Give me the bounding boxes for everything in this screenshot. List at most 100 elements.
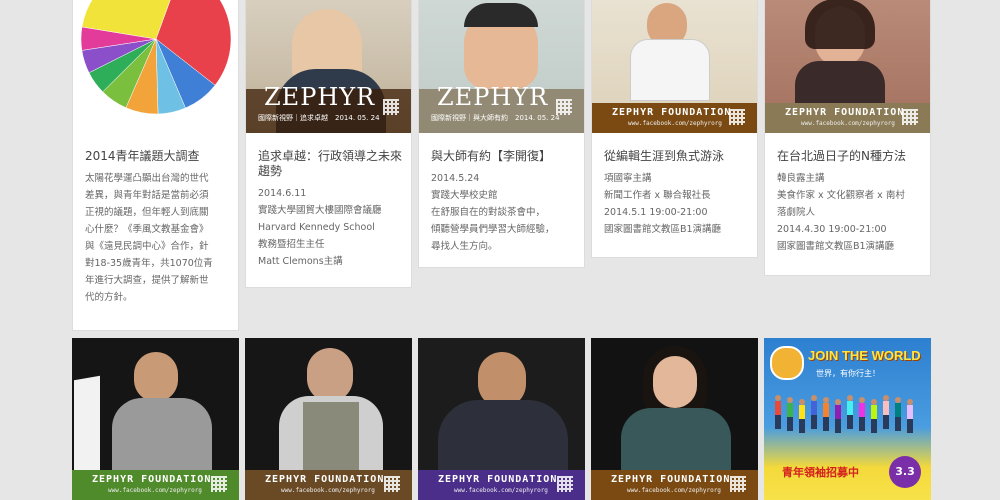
event-card-han[interactable]: ZEPHYR FOUNDATION www.facebook.com/zephy… (764, 0, 931, 276)
zephyr-logo: ZEPHYR (264, 83, 376, 111)
desc-line: 代的方針。 (85, 292, 133, 303)
poster-headline: JOIN THE WORLD (808, 348, 921, 363)
crowd-person (895, 397, 901, 431)
poster-recruit-text: 青年領袖招募中 (782, 466, 859, 479)
grid-logo-icon (730, 476, 746, 492)
pie-chart (80, 0, 232, 115)
desc-line: 尋找人生方向。 (431, 241, 498, 252)
speaker-photo (134, 352, 178, 402)
grid-logo-icon (902, 109, 918, 125)
event-time: 2014.5.1 19:00-21:00 (604, 207, 708, 218)
event-venue: 國家圖書館文教區B1演講廳 (604, 224, 722, 235)
poster-badge-icon (770, 346, 804, 380)
zephyr-foundation-logo: ZEPHYR FOUNDATION (785, 107, 905, 118)
grid-logo-icon (384, 476, 400, 492)
event-venue: 實踐大學國貿大樓國際會議廳 (258, 205, 382, 216)
crowd-person (859, 397, 865, 431)
card-title[interactable]: 與大師有約【李開復】 (431, 149, 576, 164)
card-title[interactable]: 從編輯生涯到魚式游泳 (604, 149, 749, 164)
event-photo[interactable]: ZEPHYR 國際新視野｜追求卓越 2014. 05. 24 (246, 0, 411, 133)
crowd-person (823, 397, 829, 431)
event-photo[interactable]: ZEPHYR FOUNDATION www.facebook.com/zephy… (592, 0, 757, 133)
event-tile-4[interactable]: ZEPHYR FOUNDATION www.facebook.com/zephy… (591, 338, 758, 500)
event-card-clemons[interactable]: ZEPHYR 國際新視野｜追求卓越 2014. 05. 24 追求卓越：行政領導… (245, 0, 412, 288)
grid-logo-icon (211, 476, 227, 492)
zephyr-banner: ZEPHYR FOUNDATION www.facebook.com/zephy… (72, 470, 239, 500)
speaker-suit (438, 400, 568, 480)
grid-logo-icon (557, 476, 573, 492)
pie-chart-thumbnail[interactable] (73, 0, 238, 139)
desc-line: 差異，與青年對話是當前必須 (85, 190, 209, 201)
crowd-person (799, 399, 805, 433)
event-tile-1[interactable]: ZEPHYR FOUNDATION www.facebook.com/zephy… (72, 338, 239, 500)
speaker-name: 韓良露主講 (777, 173, 825, 184)
speaker-hair (464, 3, 538, 27)
facebook-url: www.facebook.com/zephyrorg (628, 120, 722, 127)
speaker-body (621, 408, 731, 478)
zephyr-foundation-logo: ZEPHYR FOUNDATION (265, 474, 385, 485)
speaker-name: 項國寧主講 (604, 173, 652, 184)
zephyr-logo: ZEPHYR (437, 83, 549, 111)
speaker-photo (307, 348, 353, 402)
event-venue: 國家圖書館文教區B1演講廳 (777, 241, 895, 252)
event-card-lee[interactable]: ZEPHYR 國際新視野｜與大師有約 2014. 05. 24 與大師有約【李開… (418, 0, 585, 268)
crowd-person (883, 395, 889, 429)
speaker-vest (303, 402, 359, 476)
poster-tagline: 世界，有你行主！ (816, 369, 880, 378)
zephyr-banner: ZEPHYR FOUNDATION www.facebook.com/zephy… (245, 470, 412, 500)
desc-line: 在舒服自在的對談茶會中， (431, 207, 546, 218)
card-title[interactable]: 追求卓越：行政領導之未來趨勢 (258, 149, 403, 179)
speaker-role: 新聞工作者 x 聯合報社長 (604, 190, 711, 201)
facebook-url: www.facebook.com/zephyrorg (801, 120, 895, 127)
zephyr-foundation-logo: ZEPHYR FOUNDATION (92, 474, 212, 485)
event-venue: 實踐大學校史館 (431, 190, 498, 201)
event-card-hsiang[interactable]: ZEPHYR FOUNDATION www.facebook.com/zephy… (591, 0, 758, 258)
zephyr-banner: ZEPHYR FOUNDATION www.facebook.com/zephy… (418, 470, 585, 500)
event-photo[interactable]: ZEPHYR FOUNDATION www.facebook.com/zephy… (765, 0, 930, 133)
event-tile-2[interactable]: ZEPHYR FOUNDATION www.facebook.com/zephy… (245, 338, 412, 500)
zephyr-foundation-logo: ZEPHYR FOUNDATION (612, 107, 732, 118)
card-description: 太陽花學運凸顯出台灣的世代 差異，與青年對話是當前必須 正視的議題，但年輕人到底… (85, 170, 230, 306)
survey-card[interactable]: 2014青年議題大調查 太陽花學運凸顯出台灣的世代 差異，與青年對話是當前必須 … (72, 0, 239, 331)
crowd-person (871, 399, 877, 433)
desc-line: 傾聽營學員們學習大師經驗， (431, 224, 555, 235)
poster-date-badge: 3.3 (889, 456, 921, 488)
speaker-body (112, 398, 212, 478)
card-title[interactable]: 2014青年議題大調查 (85, 149, 230, 164)
zephyr-banner: ZEPHYR 國際新視野｜與大師有約 2014. 05. 24 (419, 83, 584, 133)
speaker-org: Harvard Kennedy School (258, 222, 375, 233)
crowd-person (775, 395, 781, 429)
card-title[interactable]: 在台北過日子的N種方法 (777, 149, 922, 164)
event-date: 2014.6.11 (258, 188, 307, 199)
event-tile-3[interactable]: ZEPHYR FOUNDATION www.facebook.com/zephy… (418, 338, 585, 500)
poster-date: 3.3 (895, 465, 915, 478)
crowd-person (835, 399, 841, 433)
event-date: 2014.5.24 (431, 173, 480, 184)
crowd-person (787, 397, 793, 431)
event-time: 2014.4.30 19:00-21:00 (777, 224, 887, 235)
speaker-shirt (630, 39, 710, 101)
banner-subtitle: 國際新視野｜與大師有約 2014. 05. 24 (431, 114, 560, 122)
desc-line: 年進行大調查，提供了解新世 (85, 275, 209, 286)
speaker-photo (653, 356, 697, 408)
crowd-person (907, 399, 913, 433)
crowd-person (811, 395, 817, 429)
crowd-person (847, 395, 853, 429)
grid-logo-icon (556, 99, 572, 115)
event-photo[interactable]: ZEPHYR 國際新視野｜與大師有約 2014. 05. 24 (419, 0, 584, 133)
facebook-url: www.facebook.com/zephyrorg (627, 487, 721, 494)
zephyr-banner: ZEPHYR FOUNDATION www.facebook.com/zephy… (765, 103, 930, 133)
facebook-url: www.facebook.com/zephyrorg (108, 487, 202, 494)
zephyr-foundation-logo: ZEPHYR FOUNDATION (438, 474, 558, 485)
speaker-name: Matt Clemons主講 (258, 256, 343, 267)
facebook-url: www.facebook.com/zephyrorg (454, 487, 548, 494)
desc-line: 對18-35歲青年，共1070位青 (85, 258, 213, 269)
zephyr-banner: ZEPHYR FOUNDATION www.facebook.com/zephy… (592, 103, 757, 133)
join-the-world-poster[interactable]: JOIN THE WORLD 世界，有你行主！ 青年領袖招募中 3.3 (764, 338, 931, 500)
speaker-role: 教務暨招生主任 (258, 239, 325, 250)
grid-logo-icon (729, 109, 745, 125)
jumping-crowd (772, 390, 922, 440)
banner-subtitle: 國際新視野｜追求卓越 2014. 05. 24 (258, 114, 380, 122)
desc-line: 正視的議題，但年輕人到底關 (85, 207, 209, 218)
zephyr-foundation-logo: ZEPHYR FOUNDATION (611, 474, 731, 485)
